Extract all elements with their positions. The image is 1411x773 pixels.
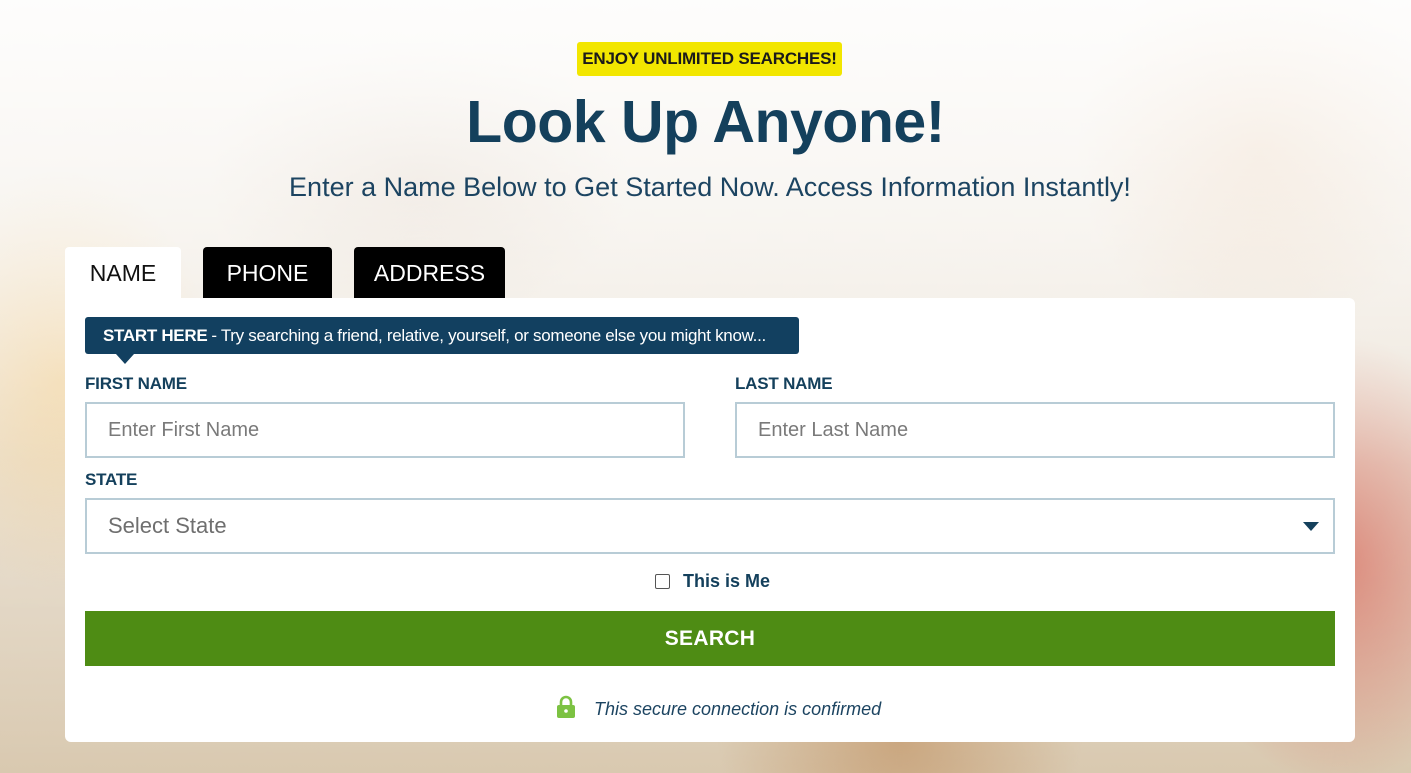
first-name-input[interactable] xyxy=(85,402,685,458)
state-label: STATE xyxy=(85,470,138,489)
tip-strong: START HERE xyxy=(103,325,208,345)
tab-phone[interactable]: PHONE xyxy=(203,247,332,299)
lock-icon xyxy=(556,695,576,724)
first-name-label: FIRST NAME xyxy=(85,374,187,393)
last-name-input[interactable] xyxy=(735,402,1335,458)
tip-text: - Try searching a friend, relative, your… xyxy=(211,325,766,345)
state-select[interactable]: Select State xyxy=(85,498,1335,554)
start-here-tooltip: START HERE - Try searching a friend, rel… xyxy=(85,317,799,354)
page-title: Look Up Anyone! xyxy=(466,89,945,155)
state-select-value: Select State xyxy=(108,513,227,538)
page-subtitle: Enter a Name Below to Get Started Now. A… xyxy=(289,172,1131,202)
tab-name[interactable]: NAME xyxy=(65,247,181,299)
tab-address[interactable]: ADDRESS xyxy=(354,247,505,299)
secure-connection-notice: This secure connection is confirmed xyxy=(556,695,881,724)
secure-text: This secure connection is confirmed xyxy=(594,699,882,719)
this-is-me-label: This is Me xyxy=(683,571,771,591)
this-is-me-checkbox[interactable] xyxy=(655,574,670,589)
search-button[interactable]: SEARCH xyxy=(85,611,1335,666)
promo-badge: ENJOY UNLIMITED SEARCHES! xyxy=(577,42,842,76)
chevron-down-icon xyxy=(1303,522,1319,531)
tooltip-arrow xyxy=(116,354,134,364)
this-is-me-row[interactable]: This is Me xyxy=(655,571,770,592)
last-name-label: LAST NAME xyxy=(735,374,833,393)
